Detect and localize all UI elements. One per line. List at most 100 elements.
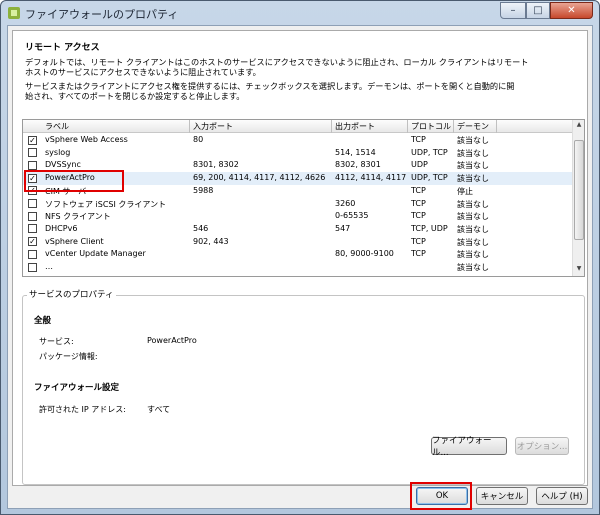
row-checkbox[interactable]: ✓ xyxy=(28,135,37,145)
cell-proto: TCP xyxy=(411,211,426,221)
scroll-thumb[interactable] xyxy=(574,140,584,240)
cell-proto: TCP xyxy=(411,249,426,259)
cell-in: 902, 443 xyxy=(193,236,229,246)
close-icon: ✕ xyxy=(567,5,576,16)
row-checkbox[interactable] xyxy=(28,160,37,170)
cell-daemon: 該当なし xyxy=(457,161,489,171)
cell-proto: TCP, UDP xyxy=(411,223,448,233)
title-bar[interactable]: ファイアウォールのプロパティ – □ ✕ xyxy=(1,1,599,25)
cell-daemon: 該当なし xyxy=(457,136,489,145)
column-protocol[interactable]: プロトコル xyxy=(411,121,451,132)
cell-daemon: 停止 xyxy=(457,186,473,196)
row-checkbox[interactable] xyxy=(28,224,37,234)
service-table[interactable]: ラベル 入力ポート 出力ポート プロトコル デーモン ✓ vSphere Web … xyxy=(22,119,585,277)
cell-daemon: 該当なし xyxy=(457,263,489,272)
cell-daemon: 該当なし xyxy=(457,174,489,184)
description-2: サービスまたはクライアントにアクセス権を提供するには、チェックボックスを選択しま… xyxy=(25,81,515,101)
cell-label: syslog xyxy=(45,147,71,157)
cell-label: vSphere Web Access xyxy=(45,135,128,144)
maximize-button[interactable]: □ xyxy=(526,2,550,19)
cell-label: vSphere Client xyxy=(45,236,104,246)
cell-out: 80, 9000-9100 xyxy=(335,249,394,259)
allowed-ip-label: 許可された IP アドレス: xyxy=(39,405,126,414)
cell-proto: TCP xyxy=(411,198,426,208)
cell-proto: TCP xyxy=(411,236,426,246)
cell-proto: TCP xyxy=(411,185,426,195)
cell-out: 514, 1514 xyxy=(335,147,376,157)
table-row[interactable]: DHCPv6 546 547 TCP, UDP 該当なし xyxy=(23,223,574,236)
firewall-button[interactable]: ファイアウォール... xyxy=(431,436,507,458)
cell-in: 546 xyxy=(193,223,209,233)
cell-daemon: 該当なし xyxy=(457,212,489,222)
general-heading: 全般 xyxy=(34,316,52,326)
row-checkbox[interactable] xyxy=(28,199,37,208)
row-checkbox[interactable] xyxy=(28,262,37,272)
cell-label: vCenter Update Manager xyxy=(45,249,146,259)
cell-daemon: 該当なし xyxy=(457,237,489,247)
cancel-button[interactable]: キャンセル xyxy=(476,487,528,505)
table-row[interactable]: vCenter Update Manager 80, 9000-9100 TCP 該当… xyxy=(23,248,574,261)
row-checkbox[interactable]: ✓ xyxy=(28,237,37,247)
dialog-client: リモート アクセス デフォルトでは、リモート クライアントはこのホストのサービス… xyxy=(7,25,593,510)
scroll-down-icon[interactable]: ▼ xyxy=(574,265,584,275)
cell-label: … xyxy=(45,262,53,271)
allowed-ip-value: すべて xyxy=(147,405,171,414)
cell-proto: UDP xyxy=(411,160,428,170)
properties-window: ファイアウォールのプロパティ – □ ✕ リモート アクセス デフォルトでは、リ… xyxy=(0,0,600,515)
cell-proto: TCP xyxy=(411,135,426,144)
minimize-button[interactable]: – xyxy=(500,2,526,19)
row-checkbox[interactable] xyxy=(28,211,37,221)
cell-in: 5988 xyxy=(193,185,214,195)
section-title: リモート アクセス xyxy=(25,43,100,53)
firewall-settings-heading: ファイアウォール設定 xyxy=(34,383,120,393)
table-scrollbar[interactable]: ▲ ▼ xyxy=(572,120,584,276)
table-row[interactable]: ✓ vSphere Web Access 80 TCP 該当なし xyxy=(23,134,574,147)
highlight-box-row xyxy=(24,170,124,192)
cell-daemon: 該当なし xyxy=(457,250,489,260)
table-row[interactable]: ✓ vSphere Client 902, 443 TCP 該当なし xyxy=(23,236,574,249)
cell-out: 4112, 4114, 4117 xyxy=(335,173,407,183)
minimize-icon: – xyxy=(510,5,516,16)
table-header: ラベル 入力ポート 出力ポート プロトコル デーモン xyxy=(23,120,574,133)
row-checkbox[interactable] xyxy=(28,148,37,158)
cell-label: DHCPv6 xyxy=(45,223,78,233)
service-value: PowerActPro xyxy=(147,336,197,345)
help-button[interactable]: ヘルプ (H) xyxy=(536,487,588,505)
close-button[interactable]: ✕ xyxy=(550,2,593,19)
window-title: ファイアウォールのプロパティ xyxy=(25,8,179,21)
cell-daemon: 該当なし xyxy=(457,148,489,158)
column-label[interactable]: ラベル xyxy=(45,121,69,132)
cell-out: 8302, 8301 xyxy=(335,160,381,170)
cell-label: ソフトウェア iSCSI クライアント xyxy=(45,199,167,209)
table-row[interactable]: … 該当なし xyxy=(23,261,574,274)
cell-in: 8301, 8302 xyxy=(193,160,239,170)
cell-in: 80 xyxy=(193,135,204,144)
maximize-icon: □ xyxy=(533,5,543,16)
cell-out: 3260 xyxy=(335,198,356,208)
package-label: パッケージ情報: xyxy=(39,352,98,361)
cell-out: 547 xyxy=(335,223,351,233)
column-out-port[interactable]: 出力ポート xyxy=(335,121,375,132)
cell-daemon: 該当なし xyxy=(457,199,489,209)
row-checkbox[interactable] xyxy=(28,249,37,259)
description-1: デフォルトでは、リモート クライアントはこのホストのサービスにアクセスできないよ… xyxy=(25,57,529,77)
column-in-port[interactable]: 入力ポート xyxy=(193,121,233,132)
scroll-up-icon[interactable]: ▲ xyxy=(574,121,584,131)
table-row[interactable]: syslog 514, 1514 UDP, TCP 該当なし xyxy=(23,147,574,160)
remote-access-panel: リモート アクセス デフォルトでは、リモート クライアントはこのホストのサービス… xyxy=(12,30,588,486)
cell-proto: UDP, TCP xyxy=(411,173,448,183)
options-button[interactable]: オプション... xyxy=(515,437,569,455)
table-row[interactable]: NFS クライアント 0-65535 TCP 該当なし xyxy=(23,210,574,223)
cell-daemon: 該当なし xyxy=(457,224,489,234)
cell-in: 69, 200, 4114, 4117, 4112, 4626 xyxy=(193,173,326,183)
properties-legend: サービスのプロパティ xyxy=(27,288,116,300)
cell-label: NFS クライアント xyxy=(45,212,111,222)
cell-out: 0-65535 xyxy=(335,211,369,221)
vsphere-icon xyxy=(8,7,20,19)
table-row[interactable]: ソフトウェア iSCSI クライアント 3260 TCP 該当なし xyxy=(23,198,574,211)
column-daemon[interactable]: デーモン xyxy=(457,121,489,132)
service-label: サービス: xyxy=(39,337,74,346)
cell-label: DVSSync xyxy=(45,160,81,170)
cell-proto: UDP, TCP xyxy=(411,147,448,157)
highlight-box-ok xyxy=(410,482,472,510)
